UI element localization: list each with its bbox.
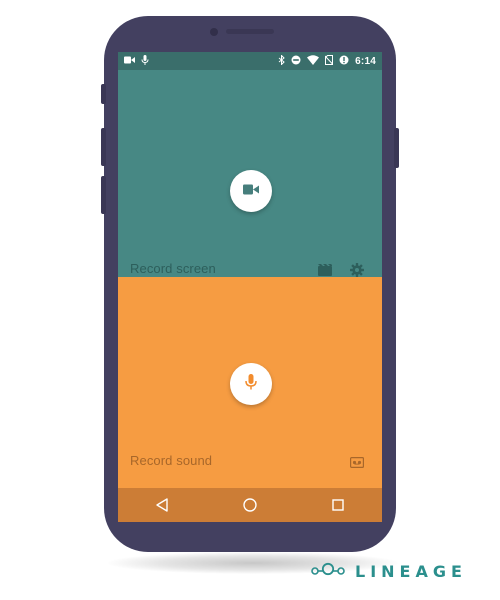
videocam-icon	[243, 182, 259, 200]
home-icon[interactable]	[233, 488, 267, 522]
lineage-logo-icon	[311, 562, 347, 581]
phone-side-button-top	[101, 84, 106, 104]
phone-screen: 6:14 Record screen Record sound	[118, 52, 382, 522]
phone-power-button	[394, 128, 399, 168]
mic-icon	[245, 373, 257, 395]
record-screen-button[interactable]	[230, 170, 272, 212]
navigation-bar	[118, 488, 382, 522]
record-sound-panel[interactable]: Record sound	[118, 277, 382, 488]
status-bar: 6:14	[118, 52, 382, 70]
audio-tape-icon[interactable]	[348, 453, 366, 471]
lineage-brand: LINEAGE	[311, 559, 467, 583]
videocam-icon	[124, 56, 135, 67]
status-bar-time: 6:14	[355, 55, 376, 67]
phone-frame: 6:14 Record screen Record sound	[101, 16, 399, 552]
phone-volume-button-lower	[101, 176, 106, 214]
lineage-wordmark: LINEAGE	[355, 561, 467, 581]
no-sim-icon	[324, 54, 334, 68]
mic-icon	[141, 54, 149, 68]
data-saver-icon	[339, 55, 349, 68]
record-sound-label: Record sound	[130, 453, 213, 468]
recents-icon[interactable]	[321, 488, 355, 522]
back-icon[interactable]	[145, 488, 179, 522]
record-screen-panel[interactable]: Record screen	[118, 70, 382, 277]
front-camera	[210, 28, 218, 36]
do-not-disturb-icon	[291, 55, 301, 68]
earpiece-speaker	[226, 29, 274, 34]
wifi-icon	[307, 54, 320, 68]
record-screen-label: Record screen	[130, 261, 216, 276]
phone-volume-button	[101, 128, 106, 166]
bluetooth-icon	[278, 53, 285, 68]
record-sound-button[interactable]	[230, 363, 272, 405]
